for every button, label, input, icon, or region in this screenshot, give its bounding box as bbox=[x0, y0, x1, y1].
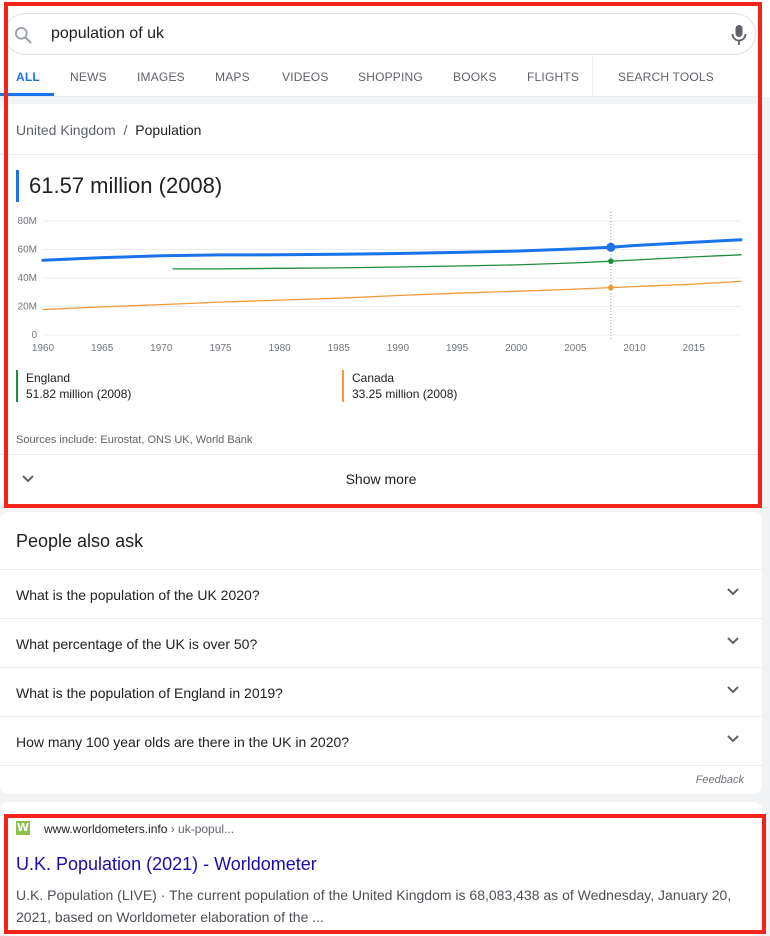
paa-question-text: How many 100 year olds are there in the … bbox=[16, 734, 350, 750]
legend-england-value: 51.82 million (2008) bbox=[26, 387, 132, 401]
tab-maps[interactable]: MAPS bbox=[215, 70, 250, 84]
y-tick-label: 40M bbox=[18, 273, 37, 284]
tab-images[interactable]: IMAGES bbox=[137, 70, 185, 84]
highlight-point-uk bbox=[606, 242, 616, 252]
legend-england-name: England bbox=[26, 371, 71, 385]
sources-note: Sources include: Eurostat, ONS UK, World… bbox=[16, 434, 253, 446]
series-line-england bbox=[172, 254, 742, 270]
active-tab-indicator bbox=[0, 93, 54, 96]
breadcrumb-separator: / bbox=[123, 122, 128, 138]
result-domain: www.worldometers.info bbox=[44, 822, 168, 836]
site-favicon: W bbox=[16, 821, 30, 835]
tab-books[interactable]: BOOKS bbox=[453, 70, 497, 84]
x-tick-label: 2015 bbox=[683, 343, 706, 354]
chart-series bbox=[41, 238, 743, 311]
series-line-uk bbox=[41, 238, 743, 262]
search-result: W www.worldometers.info › uk-popul... U.… bbox=[0, 802, 762, 936]
x-tick-label: 1985 bbox=[328, 343, 351, 354]
search-box[interactable]: population of uk bbox=[4, 13, 756, 55]
result-url[interactable]: www.worldometers.info › uk-popul... bbox=[44, 822, 234, 836]
tab-flights[interactable]: FLIGHTS bbox=[527, 70, 579, 84]
tab-divider bbox=[592, 56, 593, 96]
tab-all[interactable]: ALL bbox=[16, 70, 40, 84]
x-tick-label: 1980 bbox=[268, 343, 291, 354]
series-line-canada bbox=[42, 280, 742, 311]
chevron-down-icon bbox=[727, 686, 739, 694]
tab-news[interactable]: NEWS bbox=[70, 70, 107, 84]
paa-question-4[interactable]: How many 100 year olds are there in the … bbox=[0, 716, 762, 766]
show-more-button[interactable]: Show more bbox=[0, 455, 762, 501]
x-tick-label: 2000 bbox=[505, 343, 528, 354]
x-tick-label: 2005 bbox=[564, 343, 587, 354]
x-tick-label: 2010 bbox=[623, 343, 646, 354]
legend-canada-name: Canada bbox=[352, 371, 395, 385]
search-input[interactable]: population of uk bbox=[51, 25, 164, 43]
microphone-icon[interactable] bbox=[731, 24, 747, 46]
x-tick-label: 1970 bbox=[150, 343, 173, 354]
y-tick-label: 0 bbox=[31, 330, 37, 341]
chevron-down-icon bbox=[727, 588, 739, 596]
tab-shopping[interactable]: SHOPPING bbox=[358, 70, 423, 84]
legend-england[interactable]: England 51.82 million (2008) bbox=[16, 370, 131, 402]
y-tick-label: 60M bbox=[18, 245, 37, 256]
legend-canada-value: 33.25 million (2008) bbox=[352, 387, 458, 401]
x-tick-label: 1960 bbox=[32, 343, 55, 354]
paa-question-text: What is the population of England in 201… bbox=[16, 685, 283, 701]
result-snippet: U.K. Population (LIVE) · The current pop… bbox=[16, 887, 732, 925]
search-tabs: ALL NEWS IMAGES MAPS VIDEOS SHOPPING BOO… bbox=[0, 56, 760, 97]
breadcrumb-divider bbox=[0, 154, 762, 155]
population-chart[interactable]: 020M40M60M80M 1960 1965 1970 1975 1980 1985 19… bbox=[0, 212, 762, 362]
paa-title: People also ask bbox=[16, 531, 144, 551]
x-tick-label: 1995 bbox=[446, 343, 469, 354]
result-title-link[interactable]: U.K. Population (2021) - Worldometer bbox=[16, 854, 317, 875]
paa-question-text: What is the population of the UK 2020? bbox=[16, 587, 260, 603]
paa-question-text: What percentage of the UK is over 50? bbox=[16, 636, 258, 652]
highlight-point-canada bbox=[608, 284, 614, 291]
x-tick-label: 1965 bbox=[91, 343, 114, 354]
x-tick-label: 1975 bbox=[209, 343, 232, 354]
y-axis-ticks: 0 20M 40M 60M 80M bbox=[18, 216, 38, 341]
show-more-label: Show more bbox=[345, 471, 417, 487]
x-axis-ticks: 1960 1965 1970 1975 1980 1985 1990 1995 2000 2005… bbox=[32, 343, 705, 354]
paa-question-2[interactable]: What percentage of the UK is over 50? bbox=[0, 618, 762, 668]
result-path: › uk-popul... bbox=[167, 822, 235, 836]
population-headline: 61.57 million (2008) bbox=[16, 170, 222, 202]
population-knowledge-card: United Kingdom / Population 61.57 millio… bbox=[0, 104, 762, 504]
x-tick-label: 1990 bbox=[387, 343, 410, 354]
chart-grid bbox=[43, 212, 741, 339]
paa-question-1[interactable]: What is the population of the UK 2020? bbox=[0, 569, 762, 619]
breadcrumb-parent[interactable]: United Kingdom bbox=[16, 122, 116, 138]
highlight-point-england bbox=[608, 258, 614, 264]
tab-videos[interactable]: VIDEOS bbox=[282, 70, 329, 84]
people-also-ask: People also ask What is the population o… bbox=[0, 512, 762, 794]
feedback-link[interactable]: Feedback bbox=[696, 774, 744, 786]
chevron-down-icon bbox=[727, 637, 739, 645]
breadcrumb: United Kingdom / Population bbox=[16, 122, 201, 138]
chevron-down-icon bbox=[727, 735, 739, 743]
paa-bottom-divider bbox=[0, 765, 762, 766]
search-header: population of uk ALL NEWS IMAGES MAPS VI… bbox=[0, 0, 770, 97]
y-tick-label: 20M bbox=[18, 302, 37, 313]
paa-question-3[interactable]: What is the population of England in 201… bbox=[0, 667, 762, 717]
legend-canada[interactable]: Canada 33.25 million (2008) bbox=[342, 370, 457, 402]
breadcrumb-current: Population bbox=[135, 122, 202, 138]
search-tools-button[interactable]: SEARCH TOOLS bbox=[618, 70, 714, 84]
y-tick-label: 80M bbox=[18, 216, 37, 227]
search-icon[interactable] bbox=[13, 25, 33, 45]
